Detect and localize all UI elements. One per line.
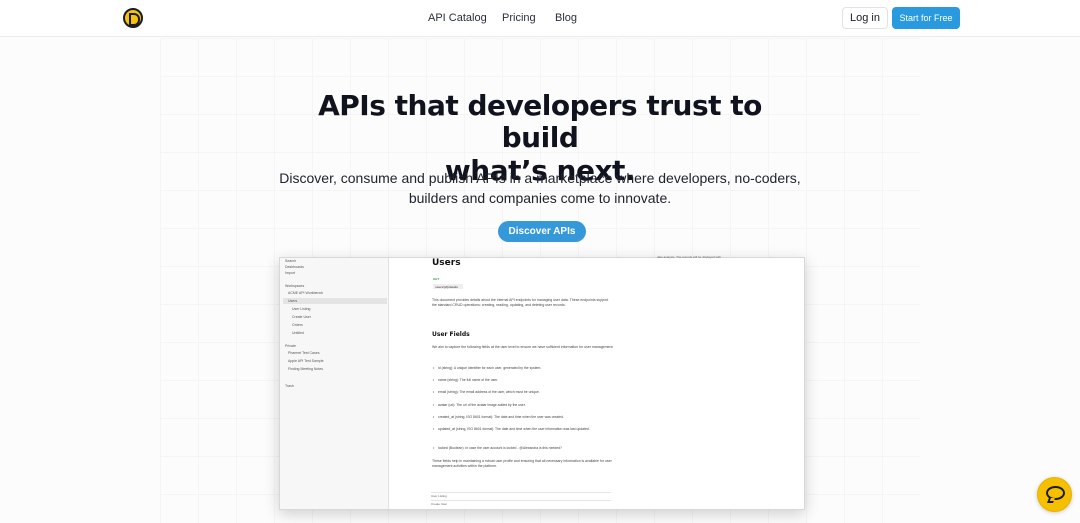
- field-item: locked (Boolean): In case the user accou…: [433, 446, 614, 451]
- start-for-free-button[interactable]: Start for Free: [892, 7, 960, 29]
- field-item: avatar (url): The url of the avatar imag…: [433, 403, 614, 408]
- endpoint-code: /users/{id}/details: [433, 284, 463, 289]
- sidebar-item-search[interactable]: Search: [285, 259, 296, 263]
- hero-subtitle-line-1: Discover, consume and publish APIs in a …: [279, 170, 801, 186]
- sidebar-heading-private: Private: [285, 344, 296, 348]
- sidebar-item-dashboards[interactable]: Dashboards: [285, 265, 304, 269]
- sidebar-item-pharmet[interactable]: Pharmet Test Cases: [288, 351, 319, 355]
- sidebar-item-user-listing[interactable]: User Listing: [292, 307, 310, 311]
- page: API Catalog Pricing Blog Log in Start fo…: [0, 0, 1080, 523]
- subpage-row[interactable]: Create User: [431, 500, 611, 506]
- subpage-row[interactable]: User Listing: [431, 492, 611, 498]
- chat-bubble-tail: [1047, 498, 1055, 503]
- field-item: updated_at (string, ISO 8601 format): Th…: [433, 427, 614, 432]
- sidebar-item-untitled[interactable]: Untitled: [292, 331, 304, 335]
- field-item: email (string): The email address of the…: [433, 390, 614, 395]
- sidebar-item-import[interactable]: Import: [285, 271, 295, 275]
- sidebar-item-create-user[interactable]: Create User: [292, 315, 311, 319]
- field-item: created_at (string, ISO 8601 format): Th…: [433, 415, 614, 420]
- fields-heading: User Fields: [432, 331, 470, 338]
- sidebar-item-orders[interactable]: Orders: [292, 323, 303, 327]
- sidebar-item-trash[interactable]: Trash: [285, 384, 294, 388]
- sidebar-selected-row: [283, 298, 387, 304]
- sidebar-item-acme[interactable]: ACME API Workbench: [288, 291, 323, 295]
- top-navigation-bar: API Catalog Pricing Blog Log in Start fo…: [0, 0, 1080, 37]
- hero-title-line-1: APIs that developers trust to build: [318, 89, 762, 155]
- nav-api-catalog[interactable]: API Catalog: [428, 12, 487, 24]
- sidebar-item-meeting-notes[interactable]: Finding Meeting Notes: [288, 367, 323, 371]
- log-in-button[interactable]: Log in: [842, 7, 888, 29]
- document-intro: This document provides details about the…: [432, 298, 609, 308]
- product-preview-window: Search Dashboards Import Workspaces ACME…: [279, 257, 805, 510]
- preview-right-note: data analysis. The records will be displ…: [657, 255, 721, 259]
- field-item: name (string): The full name of the user…: [433, 378, 614, 383]
- preview-sidebar: Search Dashboards Import Workspaces ACME…: [280, 258, 389, 509]
- chat-widget-button[interactable]: [1037, 477, 1072, 512]
- document-closing: These fields help in maintaining a robus…: [432, 459, 612, 469]
- discover-apis-button[interactable]: Discover APIs: [498, 221, 586, 242]
- hero-subtitle-line-2: builders and companies come to innovate.: [408, 189, 672, 206]
- sidebar-item-apple-api[interactable]: Apple API Test Sample: [288, 359, 324, 363]
- hero-subtitle: Discover, consume and publish APIs in a …: [270, 169, 810, 209]
- document-title: Users: [432, 258, 461, 268]
- sidebar-item-users[interactable]: Users: [288, 299, 297, 303]
- field-item: id (string): A unique identifier for eac…: [433, 366, 614, 371]
- http-method-badge: GET: [433, 277, 440, 281]
- nav-pricing[interactable]: Pricing: [502, 12, 536, 24]
- fields-intro: We aim to capture the following fields a…: [432, 345, 614, 349]
- nav-blog[interactable]: Blog: [555, 12, 577, 24]
- sidebar-heading-workspaces: Workspaces: [285, 284, 305, 288]
